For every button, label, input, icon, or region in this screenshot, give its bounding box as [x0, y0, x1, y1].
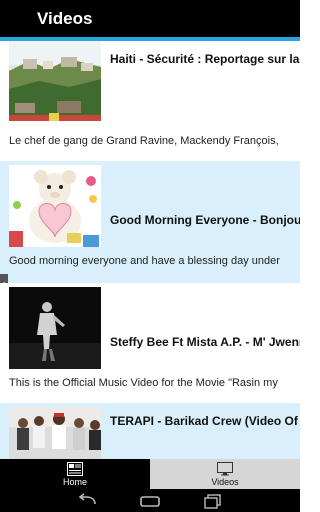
- page-title: Videos: [37, 9, 93, 28]
- video-title[interactable]: Haiti - Sécurité : Reportage sur la: [110, 52, 299, 66]
- group-performance-thumbnail: [9, 407, 101, 459]
- video-description: Good morning everyone and have a blessin…: [9, 255, 280, 267]
- video-title[interactable]: Steffy Bee Ft Mista A.P. - M' Jwenn: [110, 335, 300, 349]
- video-thumbnail[interactable]: [9, 165, 101, 247]
- video-thumbnail[interactable]: [9, 41, 101, 121]
- bottom-tab-bar: Home Videos: [0, 459, 300, 489]
- video-title[interactable]: TERAPI - Barikad Crew (Video Of: [110, 414, 298, 428]
- video-thumbnail[interactable]: [9, 407, 101, 459]
- tab-videos[interactable]: Videos: [150, 459, 300, 489]
- recents-icon[interactable]: [201, 493, 225, 509]
- back-icon[interactable]: [75, 493, 99, 509]
- teddy-bear-thumbnail: [9, 165, 101, 247]
- tab-home[interactable]: Home: [0, 459, 150, 489]
- video-card[interactable]: Steffy Bee Ft Mista A.P. - M' Jwenn This…: [0, 283, 300, 403]
- video-card[interactable]: TERAPI - Barikad Crew (Video Of: [0, 403, 300, 459]
- tab-videos-label: Videos: [211, 477, 239, 487]
- video-card[interactable]: Good Morning Everyone - Bonjour Good mor…: [0, 161, 300, 283]
- video-description: Le chef de gang de Grand Ravine, Mackend…: [9, 135, 279, 147]
- tab-home-label: Home: [62, 477, 87, 487]
- action-bar: Videos: [0, 0, 300, 37]
- system-nav-bar: [0, 489, 300, 512]
- video-description-row: Le chef de gang de Grand Ravine, Mackend…: [0, 121, 300, 161]
- haiti-hillside-thumbnail: [9, 41, 101, 121]
- home-list-icon: [67, 462, 83, 476]
- video-title[interactable]: Good Morning Everyone - Bonjour: [110, 213, 300, 227]
- home-icon[interactable]: [138, 493, 162, 509]
- tv-icon: [217, 462, 233, 476]
- video-description: This is the Official Music Video for the…: [9, 377, 278, 389]
- music-video-thumbnail: [9, 287, 101, 369]
- video-thumbnail[interactable]: [9, 287, 101, 369]
- video-card[interactable]: Haiti - Sécurité : Reportage sur la: [0, 41, 300, 121]
- video-feed[interactable]: Haiti - Sécurité : Reportage sur la Le c…: [0, 41, 300, 459]
